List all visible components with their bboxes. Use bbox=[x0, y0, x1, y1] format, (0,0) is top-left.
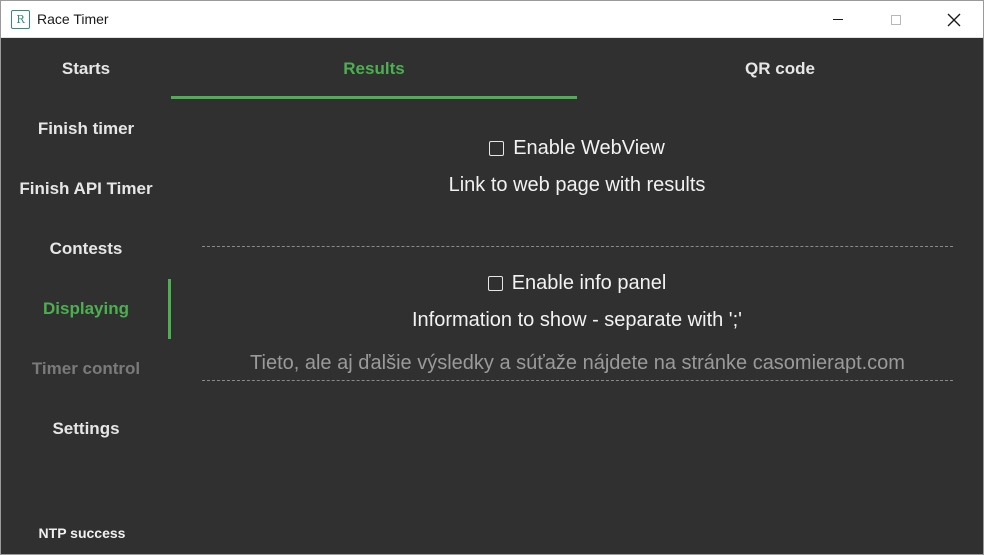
race-timer-window: R Race Timer Starts Finish timer Finish … bbox=[0, 0, 984, 555]
tab-bar: Results QR code bbox=[171, 39, 983, 99]
tab-results[interactable]: Results bbox=[171, 39, 577, 99]
app-icon: R bbox=[11, 10, 30, 29]
sidebar-item-label: Settings bbox=[52, 419, 120, 438]
sidebar-item-displaying[interactable]: Displaying bbox=[1, 279, 171, 339]
webview-link-label: Link to web page with results bbox=[448, 174, 706, 196]
minimize-button[interactable] bbox=[809, 1, 867, 38]
minimize-icon bbox=[833, 19, 843, 20]
checkbox-box[interactable] bbox=[489, 140, 505, 156]
enable-webview-label: Enable WebView bbox=[513, 136, 665, 159]
sidebar-item-label: Finish timer bbox=[37, 119, 135, 138]
sidebar-item-timer-control: Timer control bbox=[1, 339, 171, 399]
sidebar-item-finish-timer[interactable]: Finish timer bbox=[1, 99, 171, 159]
sidebar-item-label: Timer control bbox=[31, 359, 141, 378]
sidebar-item-settings[interactable]: Settings bbox=[1, 399, 171, 459]
info-to-show-label: Information to show - separate with ';' bbox=[411, 309, 742, 331]
maximize-button[interactable] bbox=[867, 1, 925, 38]
sidebar-item-contests[interactable]: Contests bbox=[1, 219, 171, 279]
close-icon bbox=[947, 13, 961, 26]
results-panel: Enable WebView Link to web page with res… bbox=[171, 99, 983, 554]
tab-qr-code[interactable]: QR code bbox=[577, 39, 983, 99]
ntp-status: NTP success bbox=[38, 525, 126, 541]
close-button[interactable] bbox=[925, 1, 983, 38]
enable-webview-checkbox[interactable]: Enable WebView bbox=[171, 135, 983, 161]
title-bar: R Race Timer bbox=[1, 1, 983, 38]
sidebar-item-finish-api-timer[interactable]: Finish API Timer bbox=[1, 159, 171, 219]
maximize-icon bbox=[891, 14, 901, 25]
window-title: Race Timer bbox=[37, 11, 109, 27]
tab-label: QR code bbox=[745, 59, 815, 78]
sidebar-item-label: Starts bbox=[61, 59, 111, 78]
tab-label: Results bbox=[343, 59, 405, 78]
enable-info-panel-label: Enable info panel bbox=[511, 271, 667, 294]
sidebar-item-label: Displaying bbox=[43, 299, 129, 318]
section-divider bbox=[202, 246, 953, 247]
sidebar: Starts Finish timer Finish API Timer Con… bbox=[1, 39, 172, 554]
sidebar-item-label: Contests bbox=[49, 239, 123, 258]
app-icon-letter: R bbox=[16, 13, 25, 26]
info-text-input[interactable] bbox=[202, 347, 953, 381]
checkbox-box[interactable] bbox=[487, 275, 503, 291]
sidebar-item-starts[interactable]: Starts bbox=[1, 39, 171, 99]
sidebar-item-label: Finish API Timer bbox=[19, 179, 153, 198]
enable-info-panel-checkbox[interactable]: Enable info panel bbox=[171, 270, 983, 296]
